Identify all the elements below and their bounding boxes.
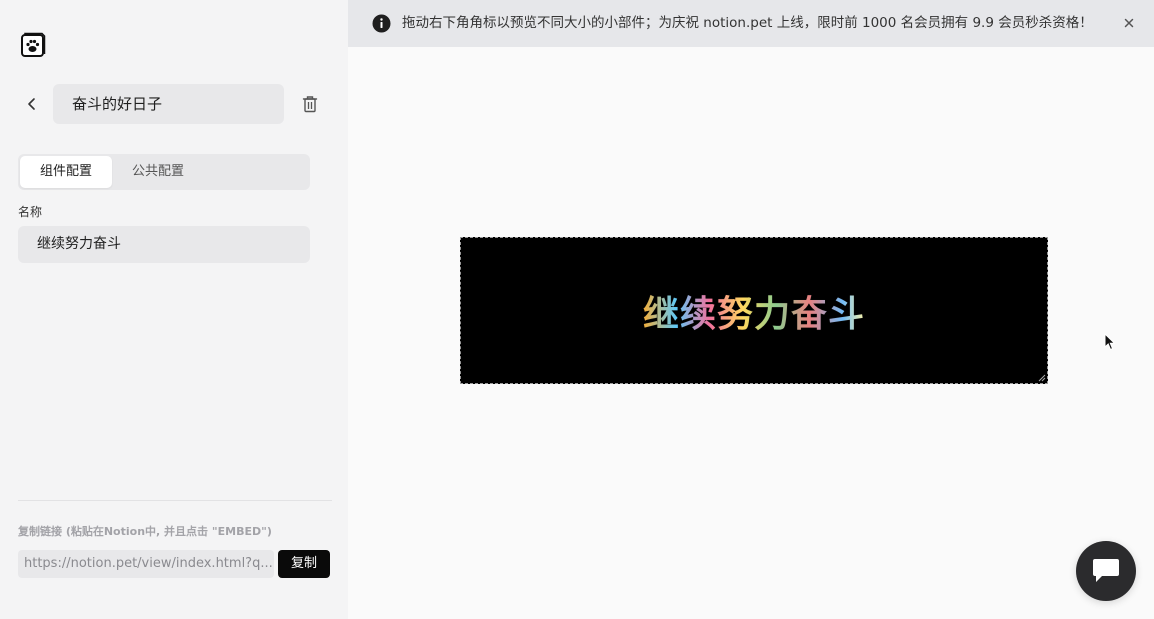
mouse-cursor-icon (1104, 333, 1116, 351)
chat-button[interactable] (1076, 541, 1136, 601)
back-button[interactable] (22, 94, 42, 114)
copy-button[interactable]: 复制 (278, 550, 330, 578)
info-icon (372, 14, 391, 33)
banner-text: 拖动右下角角标以预览不同大小的小部件；为庆祝 notion.pet 上线，限时前… (402, 15, 1093, 31)
copy-link-label: 复制链接 (粘贴在Notion中, 并且点击 "EMBED") (18, 525, 272, 538)
tab-component-config[interactable]: 组件配置 (20, 156, 113, 188)
close-icon[interactable] (1122, 16, 1136, 30)
widget-preview[interactable]: 继续努力奋斗 (460, 237, 1048, 384)
notice-banner: 拖动右下角角标以预览不同大小的小部件；为庆祝 notion.pet 上线，限时前… (348, 0, 1154, 47)
trash-icon (302, 96, 318, 113)
config-tabs: 组件配置 公共配置 (18, 154, 310, 190)
name-input[interactable]: 继续努力奋斗 (18, 226, 310, 263)
widget-name-title[interactable]: 奋斗的好日子 (53, 84, 284, 124)
resize-handle-icon[interactable] (1038, 374, 1046, 382)
delete-button[interactable] (300, 94, 320, 114)
divider (18, 500, 332, 501)
chat-bubble-icon (1093, 559, 1119, 582)
app: 奋斗的好日子 组件配置 公共配置 名称 继续努力奋斗 复制链接 (粘贴在Noti… (0, 0, 1154, 619)
paw-logo-icon[interactable] (20, 32, 46, 58)
name-field-label: 名称 (18, 205, 43, 219)
chevron-left-icon (28, 98, 35, 110)
tab-public-config[interactable]: 公共配置 (112, 156, 204, 188)
embed-url-input[interactable]: https://notion.pet/view/index.html?q... (18, 550, 274, 578)
widget-preview-text: 继续努力奋斗 (643, 285, 865, 337)
sidebar: 奋斗的好日子 组件配置 公共配置 名称 继续努力奋斗 复制链接 (粘贴在Noti… (0, 0, 348, 619)
